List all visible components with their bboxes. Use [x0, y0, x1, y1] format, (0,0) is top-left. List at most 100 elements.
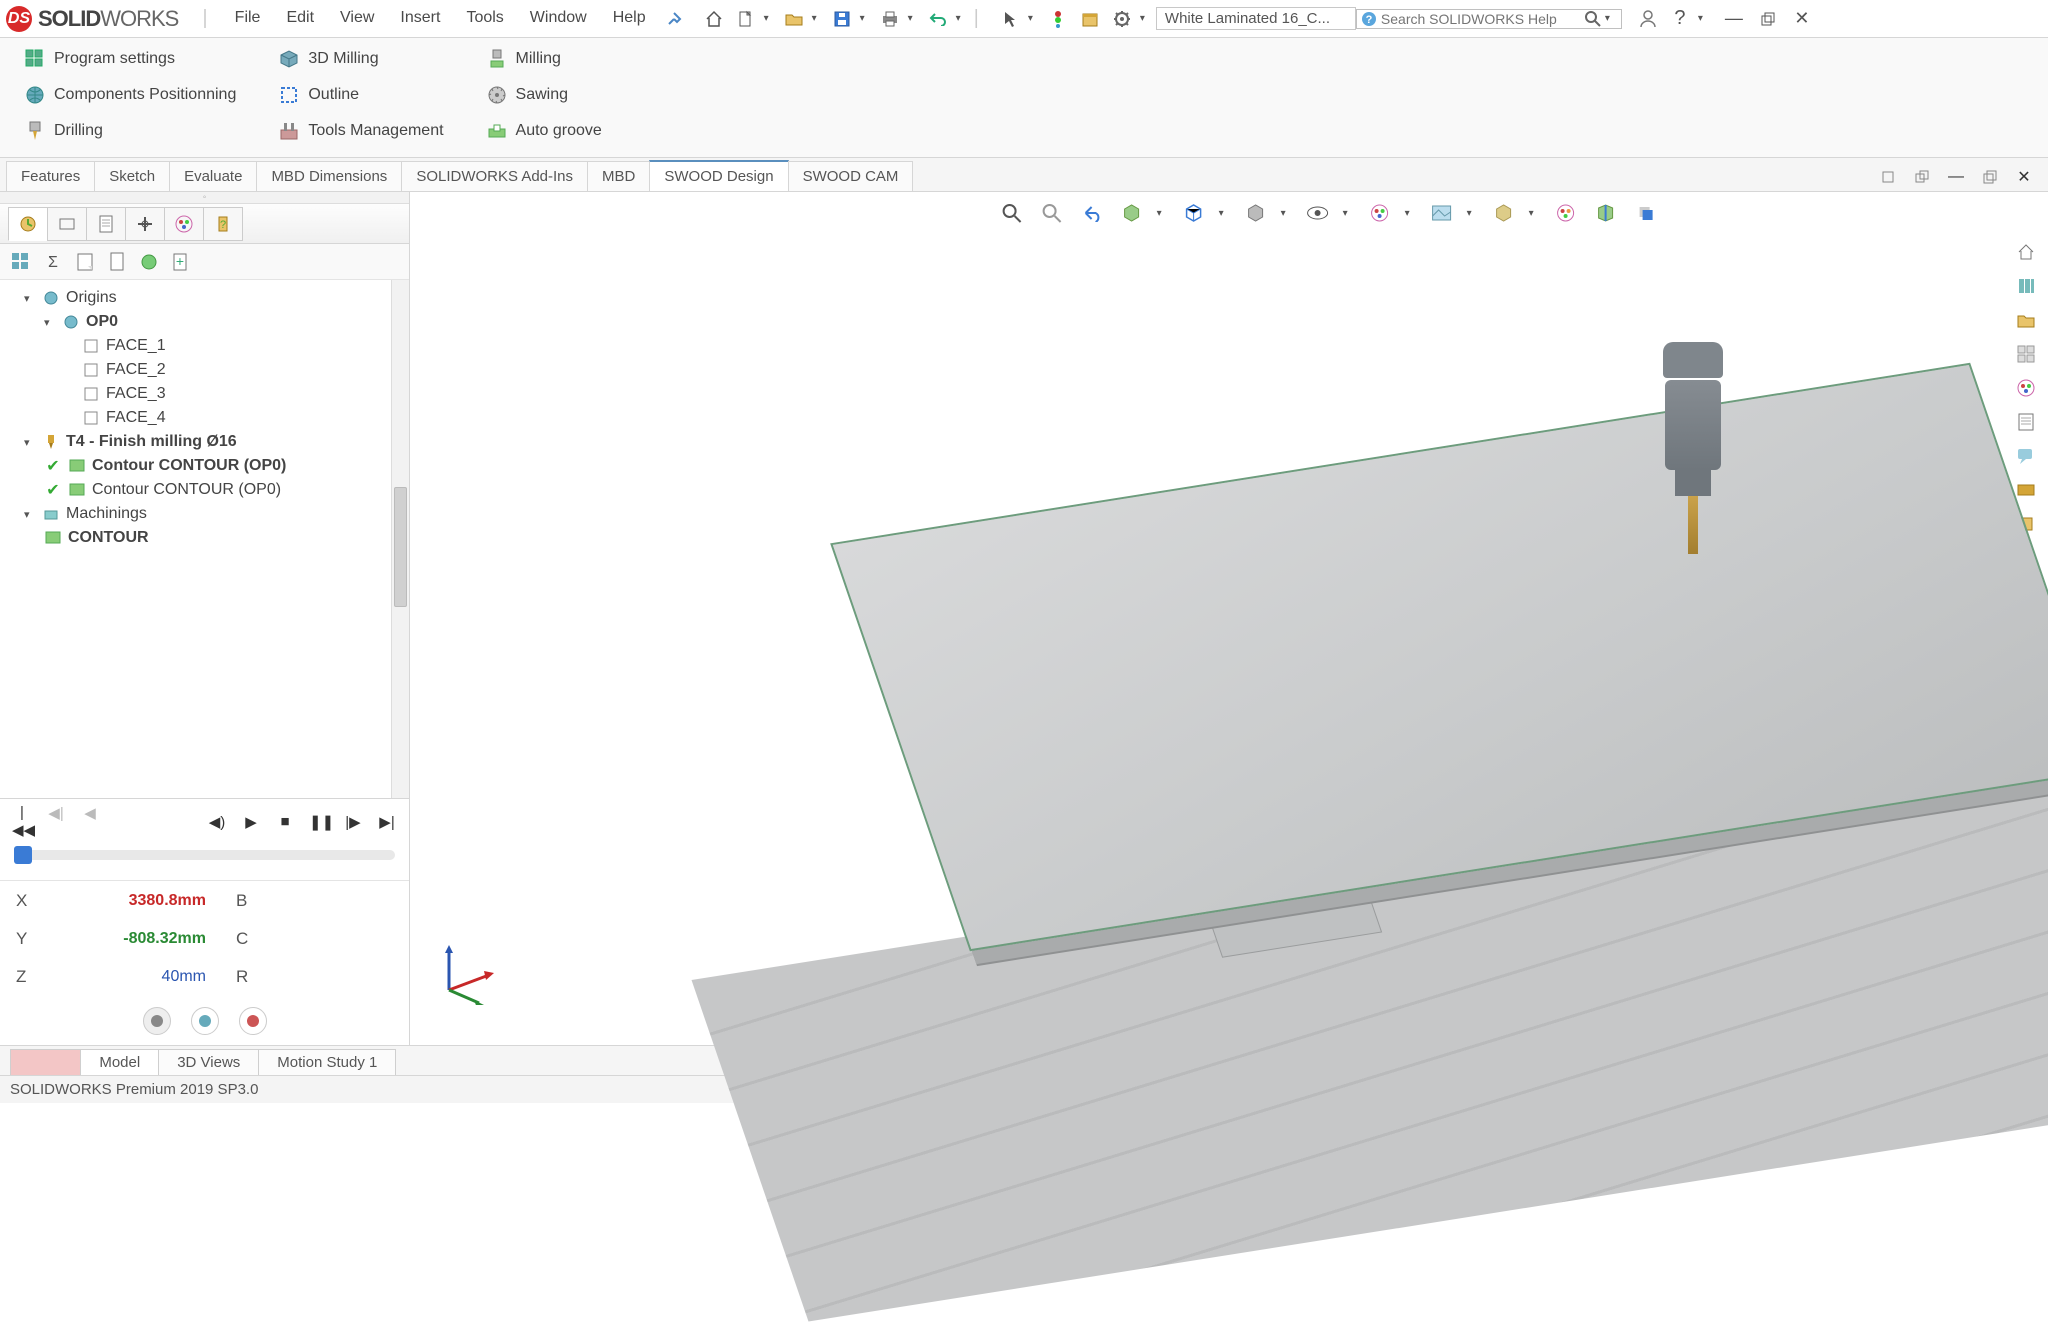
menu-edit[interactable]: Edit	[274, 5, 326, 33]
options-icon[interactable]	[1108, 5, 1136, 33]
open-icon[interactable]	[780, 5, 808, 33]
tree-op0[interactable]: ▾OP0	[44, 310, 405, 334]
sim-view-color-button[interactable]	[191, 1007, 219, 1035]
panel-tab-history-icon[interactable]	[8, 207, 48, 241]
search-dropdown-icon[interactable]: ▾	[1605, 13, 1617, 24]
stop-button[interactable]: ■	[275, 813, 295, 831]
bottom-tab-3dviews[interactable]: 3D Views	[158, 1049, 259, 1075]
play-button[interactable]: ▶	[241, 813, 261, 831]
mdi-next-icon[interactable]	[1908, 163, 1936, 191]
simulation-progress[interactable]	[0, 844, 409, 880]
panel-tab-display-icon[interactable]	[47, 207, 87, 241]
select-icon[interactable]	[996, 5, 1024, 33]
tab-mbd[interactable]: MBD	[587, 161, 650, 191]
tree-face-2[interactable]: FACE_2	[64, 358, 405, 382]
select-dropdown-icon[interactable]: ▾	[1028, 13, 1040, 24]
save-dropdown-icon[interactable]: ▾	[860, 13, 872, 24]
new-dropdown-icon[interactable]: ▾	[764, 13, 776, 24]
cmd-components-positioning[interactable]: Components Positionning	[18, 82, 242, 108]
bottom-tab-motionstudy[interactable]: Motion Study 1	[258, 1049, 396, 1075]
thumbs-icon[interactable]	[10, 251, 32, 273]
sim-view-globe-button[interactable]	[143, 1007, 171, 1035]
panel-tab-info-icon[interactable]: ?	[203, 207, 243, 241]
mdi-restore-icon[interactable]	[1976, 163, 2004, 191]
cmd-outline[interactable]: Outline	[272, 82, 449, 108]
minimize-button[interactable]: —	[1720, 5, 1748, 33]
undo-icon[interactable]	[924, 5, 952, 33]
scrollbar-thumb[interactable]	[394, 487, 407, 607]
menu-view[interactable]: View	[328, 5, 386, 33]
cmd-tools-management[interactable]: Tools Management	[272, 118, 449, 144]
menu-help[interactable]: Help	[601, 5, 658, 33]
document-title[interactable]: White Laminated 16_C...	[1156, 7, 1356, 30]
tree-face-1[interactable]: FACE_1	[64, 334, 405, 358]
tree-tool-t4[interactable]: ▾T4 - Finish milling Ø16	[24, 430, 405, 454]
home-icon[interactable]	[700, 5, 728, 33]
panel-tab-origin-icon[interactable]	[125, 207, 165, 241]
axis-triad-icon[interactable]	[434, 935, 504, 1005]
prev-frame-button[interactable]: ◀	[80, 804, 100, 839]
goto-start-button[interactable]: |◀◀	[12, 804, 32, 839]
menu-file[interactable]: File	[223, 5, 273, 33]
sensor-icon[interactable]	[138, 251, 160, 273]
tree-origins[interactable]: ▾Origins	[24, 286, 405, 310]
pause-button[interactable]: ❚❚	[309, 813, 329, 831]
options-dropdown-icon[interactable]: ▾	[1140, 13, 1152, 24]
bottom-tab-blank[interactable]	[10, 1049, 81, 1075]
panel-tab-document-icon[interactable]	[86, 207, 126, 241]
cmd-auto-groove[interactable]: Auto groove	[480, 118, 608, 144]
note-icon[interactable]	[74, 251, 96, 273]
mdi-prev-icon[interactable]	[1874, 163, 1902, 191]
twisty-icon[interactable]: ▾	[24, 436, 36, 449]
tree-contour-2[interactable]: ✔Contour CONTOUR (OP0)	[44, 478, 405, 502]
tree-machinings-contour[interactable]: CONTOUR	[44, 526, 405, 550]
tree-face-3[interactable]: FACE_3	[64, 382, 405, 406]
graphics-viewport[interactable]: ▾ ▾ ▾ ▾ ▾ ▾ ▾	[410, 192, 2048, 1045]
menu-window[interactable]: Window	[518, 5, 599, 33]
panel-grip[interactable]: ◦	[0, 192, 409, 204]
tab-swood-design[interactable]: SWOOD Design	[649, 160, 788, 191]
print-icon[interactable]	[876, 5, 904, 33]
tab-swood-cam[interactable]: SWOOD CAM	[788, 161, 914, 191]
close-button[interactable]: ✕	[1788, 5, 1816, 33]
sim-view-stop-button[interactable]	[239, 1007, 267, 1035]
step-back-button[interactable]: ◀|	[46, 804, 66, 839]
twisty-icon[interactable]: ▾	[24, 292, 36, 305]
tree-face-4[interactable]: FACE_4	[64, 406, 405, 430]
play-back-button[interactable]: ◀)	[207, 813, 227, 831]
mdi-close-icon[interactable]: ✕	[2010, 163, 2038, 191]
search-help-box[interactable]: ? ▾	[1356, 9, 1622, 29]
step-forward-button[interactable]: |▶	[343, 813, 363, 831]
tree-contour-1[interactable]: ✔Contour CONTOUR (OP0)	[44, 454, 405, 478]
equations-icon[interactable]: Σ	[42, 251, 64, 273]
rebuild-icon[interactable]	[1044, 5, 1072, 33]
progress-track[interactable]	[14, 850, 395, 860]
bottom-tab-model[interactable]: Model	[80, 1049, 159, 1075]
search-help-input[interactable]	[1381, 11, 1581, 27]
feature-tree[interactable]: ▾Origins ▾OP0 FACE_1 FACE_2 FACE_3 FACE_…	[0, 280, 409, 798]
print-dropdown-icon[interactable]: ▾	[908, 13, 920, 24]
cmd-drilling[interactable]: Drilling	[18, 118, 242, 144]
twisty-icon[interactable]: ▾	[24, 508, 36, 521]
search-icon[interactable]	[1585, 11, 1601, 27]
mdi-minimize-icon[interactable]: —	[1942, 163, 1970, 191]
tab-evaluate[interactable]: Evaluate	[169, 161, 257, 191]
tab-solidworks-addins[interactable]: SOLIDWORKS Add-Ins	[401, 161, 588, 191]
goto-end-button[interactable]: ▶|	[377, 813, 397, 831]
menu-insert[interactable]: Insert	[388, 5, 452, 33]
tab-features[interactable]: Features	[6, 161, 95, 191]
user-icon[interactable]	[1634, 5, 1662, 33]
tree-machinings[interactable]: ▾Machinings	[24, 502, 405, 526]
cmd-milling[interactable]: Milling	[480, 46, 608, 72]
tree-scrollbar[interactable]	[391, 280, 409, 798]
cmd-3d-milling[interactable]: 3D Milling	[272, 46, 449, 72]
twisty-icon[interactable]: ▾	[44, 316, 56, 329]
help-icon[interactable]: ?	[1666, 5, 1694, 33]
save-icon[interactable]	[828, 5, 856, 33]
addpage-icon[interactable]: +	[170, 251, 192, 273]
undo-dropdown-icon[interactable]: ▾	[956, 13, 968, 24]
menu-tools[interactable]: Tools	[454, 5, 515, 33]
progress-thumb[interactable]	[14, 846, 32, 864]
panel-tab-appearance-icon[interactable]	[164, 207, 204, 241]
tab-mbd-dimensions[interactable]: MBD Dimensions	[256, 161, 402, 191]
